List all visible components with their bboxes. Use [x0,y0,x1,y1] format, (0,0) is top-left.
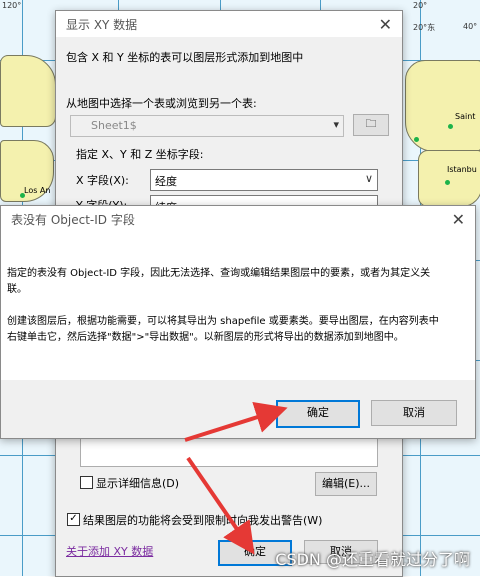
city-label: Saint [455,112,476,121]
show-details-checkbox[interactable] [80,476,93,489]
city-label: Los An [24,186,51,195]
show-details-label: 显示详细信息(D) [96,477,180,490]
chevron-down-icon: ▾ [333,118,339,131]
close-icon[interactable]: ✕ [379,15,392,34]
alert-title: 表没有 Object-ID 字段 [11,212,135,227]
alert-titlebar: 表没有 Object-ID 字段 ✕ [1,206,475,232]
xy-dialog-title: 显示 XY 数据 [66,17,138,32]
fields-group-label: 指定 X、Y 和 Z 坐标字段: [76,148,204,161]
warn-checkbox[interactable]: ✓ [67,513,80,526]
map-tick: 40° [463,22,478,31]
close-icon[interactable]: ✕ [452,210,465,229]
alert-paragraph-1: 指定的表没有 Object-ID 字段，因此无法选择、查询或编辑结果图层中的要素… [7,268,431,295]
xy-dialog-titlebar: 显示 XY 数据 ✕ [56,11,402,37]
xy-intro-text: 包含 X 和 Y 坐标的表可以图层形式添加到地图中 [66,51,304,64]
folder-icon: 🗀 [365,117,377,130]
map-tick: 120° [2,1,22,10]
edit-button[interactable]: 编辑(E)... [315,472,377,496]
watermark: CSDN @还重看就过分了啊 [275,550,470,569]
city-label: Istanbu [447,165,477,174]
chevron-down-icon: ∨ [364,172,373,185]
x-field-label: X 字段(X): [76,174,129,187]
about-xy-link[interactable]: 关于添加 XY 数据 [66,543,153,559]
map-tick: 20° [413,1,428,10]
browse-folder-button[interactable]: 🗀 [353,114,389,136]
no-objectid-alert: 表没有 Object-ID 字段 ✕ 指定的表没有 Object-ID 字段，因… [0,205,476,439]
map-tick: 20°东 [413,23,436,32]
alert-cancel-button[interactable]: 取消 [371,400,457,426]
table-select[interactable]: Sheet1$ ▾ [70,115,344,137]
alert-ok-button[interactable]: 确定 [276,400,360,428]
choose-table-label: 从地图中选择一个表或浏览到另一个表: [66,97,257,110]
warn-checkbox-label: 结果图层的功能将会受到限制时向我发出警告(W) [83,514,323,527]
alert-paragraph-2: 创建该图层后，根据功能需要，可以将其导出为 shapefile 或要素类。要导出… [7,316,439,343]
alert-message: 指定的表没有 Object-ID 字段，因此无法选择、查询或编辑结果图层中的要素… [7,266,447,346]
x-field-select[interactable]: 经度 ∨ [150,169,378,191]
